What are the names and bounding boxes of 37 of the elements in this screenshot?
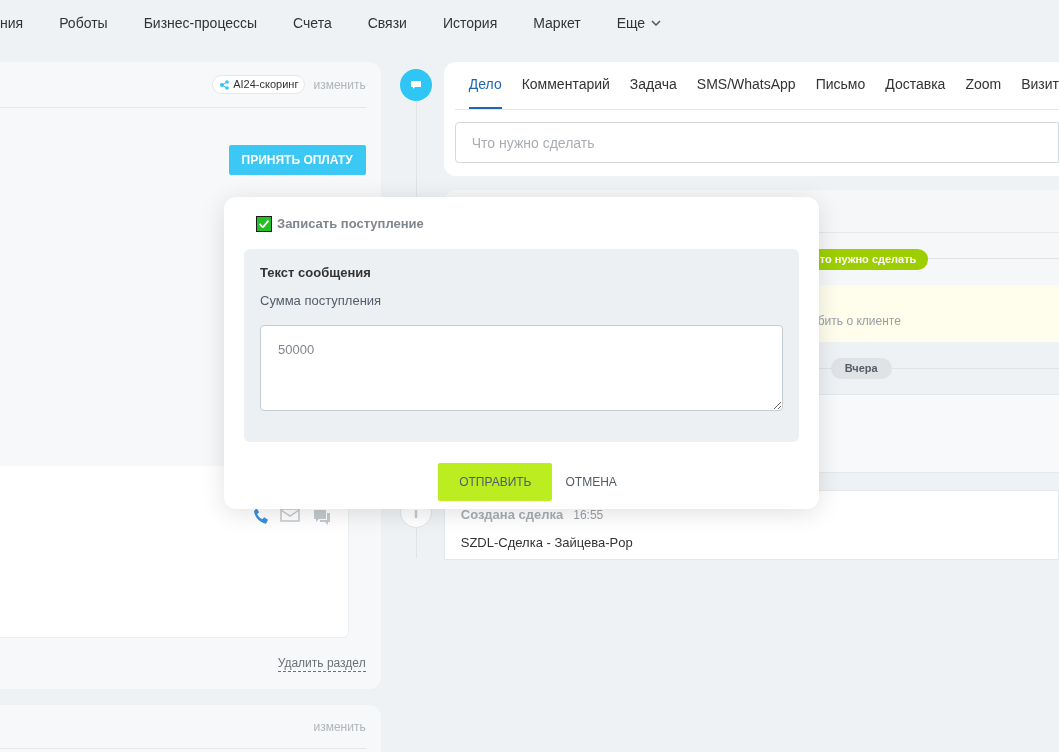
cancel-button[interactable]: ОТМЕНА	[565, 462, 617, 501]
phone-icon	[253, 508, 268, 524]
event-time: 16:55	[573, 507, 604, 524]
nav-item[interactable]: История	[442, 12, 498, 34]
nodes-icon	[219, 79, 230, 90]
activity-tab[interactable]: Zoom	[965, 74, 1002, 109]
comment-icon	[399, 69, 432, 101]
nav-item[interactable]: Роботы	[59, 12, 108, 34]
nav-item[interactable]: Бизнес-процессы	[143, 12, 258, 34]
activity-tab[interactable]: Комментарий	[521, 74, 610, 109]
activity-tab[interactable]: Письмо	[815, 74, 866, 109]
nav-item[interactable]: ния	[0, 12, 24, 34]
event-text: SZDL-Сделка - Зайцева-Pop	[460, 533, 634, 552]
date-pill: Вчера	[830, 357, 892, 379]
mail-icon	[279, 508, 300, 522]
nav-item[interactable]: Еще	[616, 12, 662, 34]
activity-tab[interactable]: Доставка	[885, 74, 946, 109]
reminder-text: бить о клиенте	[817, 313, 901, 330]
nav-item[interactable]: Связи	[367, 12, 407, 34]
scoring-badge[interactable]: AI24-скоринг	[212, 75, 306, 94]
section-title: Текст сообщения	[260, 263, 372, 282]
field-label: Сумма поступления	[260, 292, 383, 310]
activity-tab[interactable]: SMS/WhatsApp	[696, 74, 796, 109]
checkbox[interactable]	[256, 215, 272, 232]
nav-item[interactable]: Счета	[293, 12, 332, 34]
checkmark-icon	[259, 219, 269, 228]
delete-section-link[interactable]: Удалить раздел	[277, 656, 366, 672]
task-input-field[interactable]: Что нужно сделать	[454, 122, 1059, 163]
checkbox-label: Записать поступление	[277, 215, 424, 233]
event-title: Создана сделка	[460, 506, 564, 524]
amount-field[interactable]: 50000	[260, 324, 783, 411]
nav-item[interactable]: Маркет	[533, 12, 581, 34]
activity-tab[interactable]: Дело	[468, 74, 502, 109]
chat-icon	[311, 508, 332, 526]
activity-tab[interactable]: Задача	[629, 74, 677, 109]
send-button[interactable]: ОТПРАВИТЬ	[438, 462, 553, 501]
activity-tab[interactable]: Визит	[1021, 74, 1059, 109]
